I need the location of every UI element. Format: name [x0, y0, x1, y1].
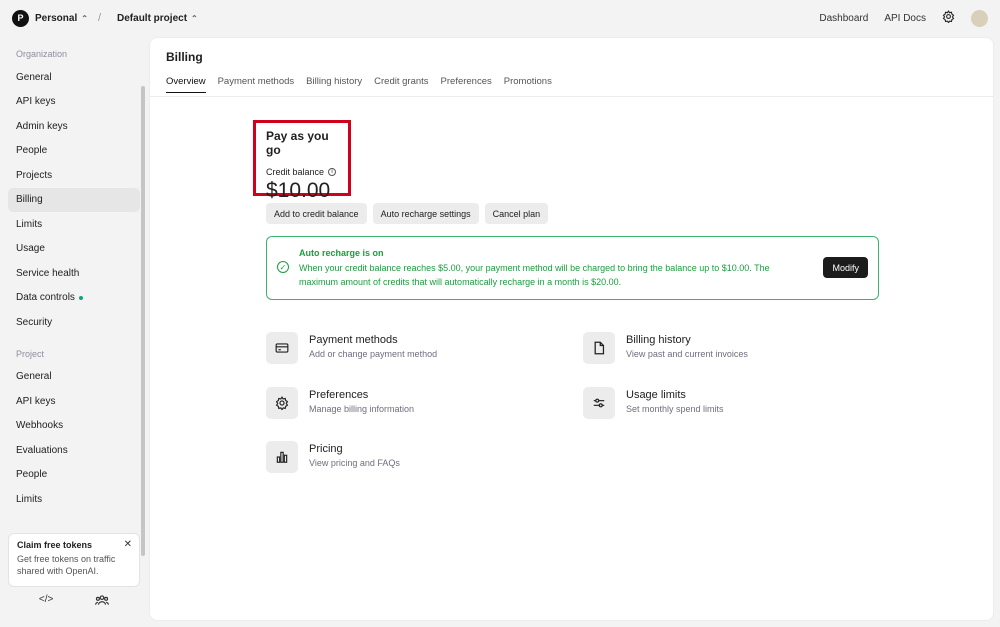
credit-balance-value: $10.00 — [266, 179, 331, 202]
add-credit-button[interactable]: Add to credit balance — [266, 203, 367, 224]
breadcrumb-separator: / — [97, 12, 102, 24]
sidebar-item-org-people[interactable]: People — [8, 139, 140, 164]
auto-recharge-title: Auto recharge is on — [299, 248, 384, 258]
chevron-updown-icon: ⌃ — [191, 13, 198, 23]
project-name: Default project — [117, 12, 188, 24]
chevron-updown-icon: ⌃ — [81, 13, 88, 23]
document-icon — [583, 332, 615, 364]
sidebar-item-org-api-keys[interactable]: API keys — [8, 90, 140, 115]
card-usage-limits[interactable]: Usage limits Set monthly spend limits — [583, 387, 724, 419]
sidebar-section-organization: Organization — [16, 49, 68, 59]
modify-button[interactable]: Modify — [823, 257, 868, 278]
sliders-icon — [583, 387, 615, 419]
tabs-divider — [150, 96, 993, 97]
tab-preferences[interactable]: Preferences — [441, 76, 492, 93]
card-title: Pricing — [309, 443, 343, 455]
sidebar-section-project: Project — [16, 348, 45, 359]
card-title: Billing history — [626, 334, 691, 346]
card-title: Payment methods — [309, 334, 398, 346]
sidebar-item-data-controls[interactable]: Data controls — [8, 286, 140, 311]
user-avatar[interactable] — [971, 9, 988, 27]
plan-title: Pay as you go — [266, 129, 329, 157]
auto-recharge-settings-button[interactable]: Auto recharge settings — [372, 203, 479, 224]
close-icon[interactable]: ✕ — [124, 539, 132, 550]
sidebar-item-label: Data controls — [16, 292, 75, 304]
sidebar-item-project-general[interactable]: General — [8, 365, 140, 390]
card-desc: Add or change payment method — [309, 349, 438, 359]
card-title: Usage limits — [626, 389, 686, 401]
tab-promotions[interactable]: Promotions — [504, 76, 552, 93]
credit-balance-label-row: Credit balance i — [266, 167, 338, 177]
auto-recharge-banner: ✓ Auto recharge is on When your credit b… — [266, 236, 879, 300]
sidebar-item-billing[interactable]: Billing — [8, 187, 140, 212]
card-desc: Set monthly spend limits — [626, 404, 724, 414]
card-desc: View past and current invoices — [626, 349, 748, 359]
check-circle-icon: ✓ — [277, 261, 289, 273]
sidebar: Organization General API keys Admin keys… — [0, 36, 148, 627]
sidebar-item-org-limits[interactable]: Limits — [8, 212, 140, 237]
gear-icon — [266, 387, 298, 419]
claim-tokens-card[interactable]: Claim free tokens Get free tokens on tra… — [8, 533, 140, 587]
sidebar-item-webhooks[interactable]: Webhooks — [8, 414, 140, 439]
claim-title: Claim free tokens — [17, 540, 93, 550]
sidebar-scrollbar[interactable] — [141, 86, 145, 556]
sidebar-item-service-health[interactable]: Service health — [8, 261, 140, 286]
settings-gear-icon[interactable] — [942, 10, 955, 26]
org-avatar[interactable]: P — [12, 9, 29, 27]
sidebar-item-admin-keys[interactable]: Admin keys — [8, 114, 140, 139]
card-preferences[interactable]: Preferences Manage billing information — [266, 387, 414, 419]
tab-billing-history[interactable]: Billing history — [306, 76, 362, 93]
tab-credit-grants[interactable]: Credit grants — [374, 76, 428, 93]
plan-actions: Add to credit balance Auto recharge sett… — [266, 203, 549, 224]
card-payment-methods[interactable]: Payment methods Add or change payment me… — [266, 332, 437, 364]
sidebar-item-project-limits[interactable]: Limits — [8, 487, 140, 512]
people-icon[interactable] — [95, 594, 110, 609]
card-pricing[interactable]: Pricing View pricing and FAQs — [266, 441, 400, 473]
sidebar-item-projects[interactable]: Projects — [8, 163, 140, 188]
sidebar-item-project-people[interactable]: People — [8, 463, 140, 488]
main-panel: Billing Overview Payment methods Billing… — [149, 37, 994, 621]
top-bar: P Personal ⌃ / Default project ⌃ Dashboa… — [0, 0, 1000, 36]
card-title: Preferences — [309, 389, 369, 401]
card-billing-history[interactable]: Billing history View past and current in… — [583, 332, 748, 364]
status-dot-icon — [78, 295, 83, 300]
auto-recharge-text: When your credit balance reaches $5.00, … — [299, 263, 770, 287]
plan-summary: Pay as you go Credit balance i $10.00 — [253, 120, 351, 202]
sidebar-item-project-api-keys[interactable]: API keys — [8, 389, 140, 414]
sidebar-item-evaluations[interactable]: Evaluations — [8, 438, 140, 463]
tab-overview[interactable]: Overview — [166, 76, 206, 93]
bar-chart-icon — [266, 441, 298, 473]
dashboard-link[interactable]: Dashboard — [819, 13, 868, 24]
info-icon[interactable]: i — [328, 168, 337, 176]
code-icon[interactable]: </> — [39, 594, 53, 609]
page-title: Billing — [166, 50, 203, 64]
card-desc: Manage billing information — [309, 404, 415, 414]
sidebar-item-org-general[interactable]: General — [8, 65, 140, 90]
claim-text: Get free tokens on traffic shared with O… — [17, 554, 116, 576]
cancel-plan-button[interactable]: Cancel plan — [484, 203, 549, 224]
credit-card-icon — [266, 332, 298, 364]
project-switcher[interactable]: Default project ⌃ — [117, 13, 198, 24]
sidebar-item-security[interactable]: Security — [8, 310, 140, 335]
card-desc: View pricing and FAQs — [309, 458, 400, 468]
api-docs-link[interactable]: API Docs — [884, 13, 926, 24]
tab-payment-methods[interactable]: Payment methods — [218, 76, 295, 93]
billing-tabs: Overview Payment methods Billing history… — [166, 76, 552, 93]
org-name: Personal — [35, 12, 78, 24]
credit-balance-label: Credit balance — [266, 167, 325, 177]
org-switcher[interactable]: Personal ⌃ — [35, 13, 88, 24]
sidebar-footer: </> — [0, 594, 148, 609]
sidebar-item-usage[interactable]: Usage — [8, 237, 140, 262]
